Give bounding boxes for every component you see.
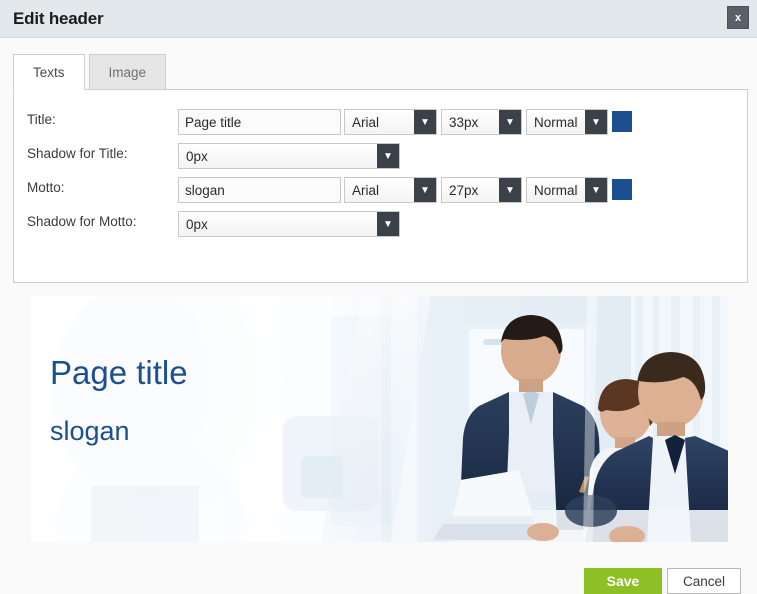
texts-form-panel: Title: Arial ▼ 33px ▼ Normal ▼ Shadow fo… xyxy=(13,89,748,283)
motto-color-swatch[interactable] xyxy=(612,179,632,200)
tab-image[interactable]: Image xyxy=(88,54,167,90)
tab-texts[interactable]: Texts xyxy=(13,54,85,90)
dialog-titlebar: Edit header x xyxy=(0,0,757,38)
title-size-select[interactable]: 33px ▼ xyxy=(441,109,522,135)
chevron-down-icon[interactable]: ▼ xyxy=(499,178,521,202)
chevron-down-icon[interactable]: ▼ xyxy=(585,110,607,134)
tab-image-label: Image xyxy=(108,64,147,80)
shadow-title-select[interactable]: 0px ▼ xyxy=(178,143,400,169)
header-preview-image xyxy=(31,296,728,542)
shadow-title-label: Shadow for Title: xyxy=(27,146,128,161)
tab-bar: Texts Image xyxy=(13,53,167,90)
cancel-button[interactable]: Cancel xyxy=(667,568,741,594)
preview-title-text: Page title xyxy=(50,354,188,391)
chevron-down-icon[interactable]: ▼ xyxy=(585,178,607,202)
title-label: Title: xyxy=(27,112,56,127)
motto-size-select[interactable]: 27px ▼ xyxy=(441,177,522,203)
title-style-value: Normal xyxy=(534,114,578,130)
motto-label: Motto: xyxy=(27,180,65,195)
chevron-down-icon[interactable]: ▼ xyxy=(414,178,436,202)
form-row-shadow-title: Shadow for Title: 0px ▼ xyxy=(14,143,747,169)
title-input[interactable] xyxy=(178,109,341,135)
motto-font-value: Arial xyxy=(352,182,380,198)
title-style-select[interactable]: Normal ▼ xyxy=(526,109,608,135)
chevron-down-icon[interactable]: ▼ xyxy=(377,212,399,236)
form-row-motto: Motto: Arial ▼ 27px ▼ Normal ▼ xyxy=(14,177,747,203)
title-size-value: 33px xyxy=(449,114,479,130)
title-font-select[interactable]: Arial ▼ xyxy=(344,109,437,135)
form-row-shadow-motto: Shadow for Motto: 0px ▼ xyxy=(14,211,747,237)
title-color-swatch[interactable] xyxy=(612,111,632,132)
chevron-down-icon[interactable]: ▼ xyxy=(499,110,521,134)
dialog-body: Texts Image Title: Arial ▼ 33px ▼ Normal… xyxy=(0,39,757,594)
motto-input[interactable] xyxy=(178,177,341,203)
title-font-value: Arial xyxy=(352,114,380,130)
shadow-motto-select[interactable]: 0px ▼ xyxy=(178,211,400,237)
dialog-title: Edit header xyxy=(13,9,104,28)
preview-motto-text: slogan xyxy=(50,416,130,446)
motto-font-select[interactable]: Arial ▼ xyxy=(344,177,437,203)
motto-style-select[interactable]: Normal ▼ xyxy=(526,177,608,203)
chevron-down-icon[interactable]: ▼ xyxy=(414,110,436,134)
shadow-motto-label: Shadow for Motto: xyxy=(27,214,137,229)
form-row-title: Title: Arial ▼ 33px ▼ Normal ▼ xyxy=(14,109,747,135)
chevron-down-icon[interactable]: ▼ xyxy=(377,144,399,168)
tab-texts-label: Texts xyxy=(33,64,65,80)
shadow-title-value: 0px xyxy=(186,148,208,164)
save-button[interactable]: Save xyxy=(584,568,662,594)
header-preview: Page title slogan xyxy=(31,296,728,542)
shadow-motto-value: 0px xyxy=(186,216,208,232)
close-icon[interactable]: x xyxy=(727,6,749,29)
motto-style-value: Normal xyxy=(534,182,578,198)
motto-size-value: 27px xyxy=(449,182,479,198)
